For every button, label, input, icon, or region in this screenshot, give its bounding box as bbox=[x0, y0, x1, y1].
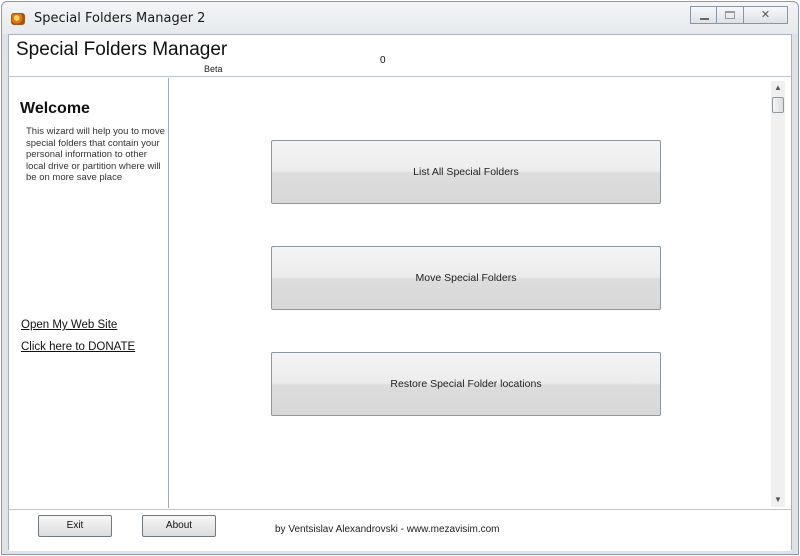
welcome-heading: Welcome bbox=[20, 100, 90, 117]
client-area: Special Folders Manager Beta 0 Welcome T… bbox=[8, 34, 792, 551]
main-panel: List All Special Folders Move Special Fo… bbox=[170, 78, 770, 508]
minimize-button[interactable] bbox=[690, 6, 717, 24]
app-title: Special Folders Manager bbox=[16, 39, 228, 60]
open-website-link[interactable]: Open My Web Site bbox=[21, 319, 117, 331]
sidebar: Welcome This wizard will help you to mov… bbox=[13, 78, 169, 508]
move-special-folders-button[interactable]: Move Special Folders bbox=[271, 246, 661, 310]
maximize-icon bbox=[725, 11, 735, 19]
beta-label: Beta bbox=[204, 64, 223, 74]
scroll-thumb[interactable] bbox=[772, 97, 784, 113]
close-icon: ✕ bbox=[760, 9, 771, 21]
restore-folder-locations-button[interactable]: Restore Special Folder locations bbox=[271, 352, 661, 416]
window-title: Special Folders Manager 2 bbox=[34, 11, 206, 26]
author-credit: by Ventsislav Alexandrovski - www.mezavi… bbox=[275, 524, 500, 535]
maximize-button[interactable] bbox=[717, 6, 744, 24]
close-button[interactable]: ✕ bbox=[744, 6, 788, 24]
intro-text: This wizard will help you to move specia… bbox=[26, 126, 165, 183]
app-icon bbox=[11, 13, 25, 25]
footer-panel: Exit About by Ventsislav Alexandrovski -… bbox=[9, 509, 791, 551]
exit-button[interactable]: Exit bbox=[38, 515, 112, 537]
app-window: Special Folders Manager 2 ✕ Special Fold… bbox=[1, 1, 799, 555]
window-controls: ✕ bbox=[690, 6, 788, 24]
title-bar[interactable]: Special Folders Manager 2 ✕ bbox=[2, 2, 798, 34]
counter-label: 0 bbox=[380, 55, 386, 66]
donate-link[interactable]: Click here to DONATE bbox=[21, 341, 135, 353]
about-button[interactable]: About bbox=[142, 515, 216, 537]
vertical-scrollbar[interactable]: ▲ ▼ bbox=[771, 81, 785, 507]
header-panel: Special Folders Manager Beta 0 bbox=[9, 35, 791, 77]
minimize-icon bbox=[700, 18, 709, 20]
list-special-folders-button[interactable]: List All Special Folders bbox=[271, 140, 661, 204]
chevron-up-icon[interactable]: ▲ bbox=[771, 81, 785, 95]
chevron-down-icon[interactable]: ▼ bbox=[771, 493, 785, 507]
